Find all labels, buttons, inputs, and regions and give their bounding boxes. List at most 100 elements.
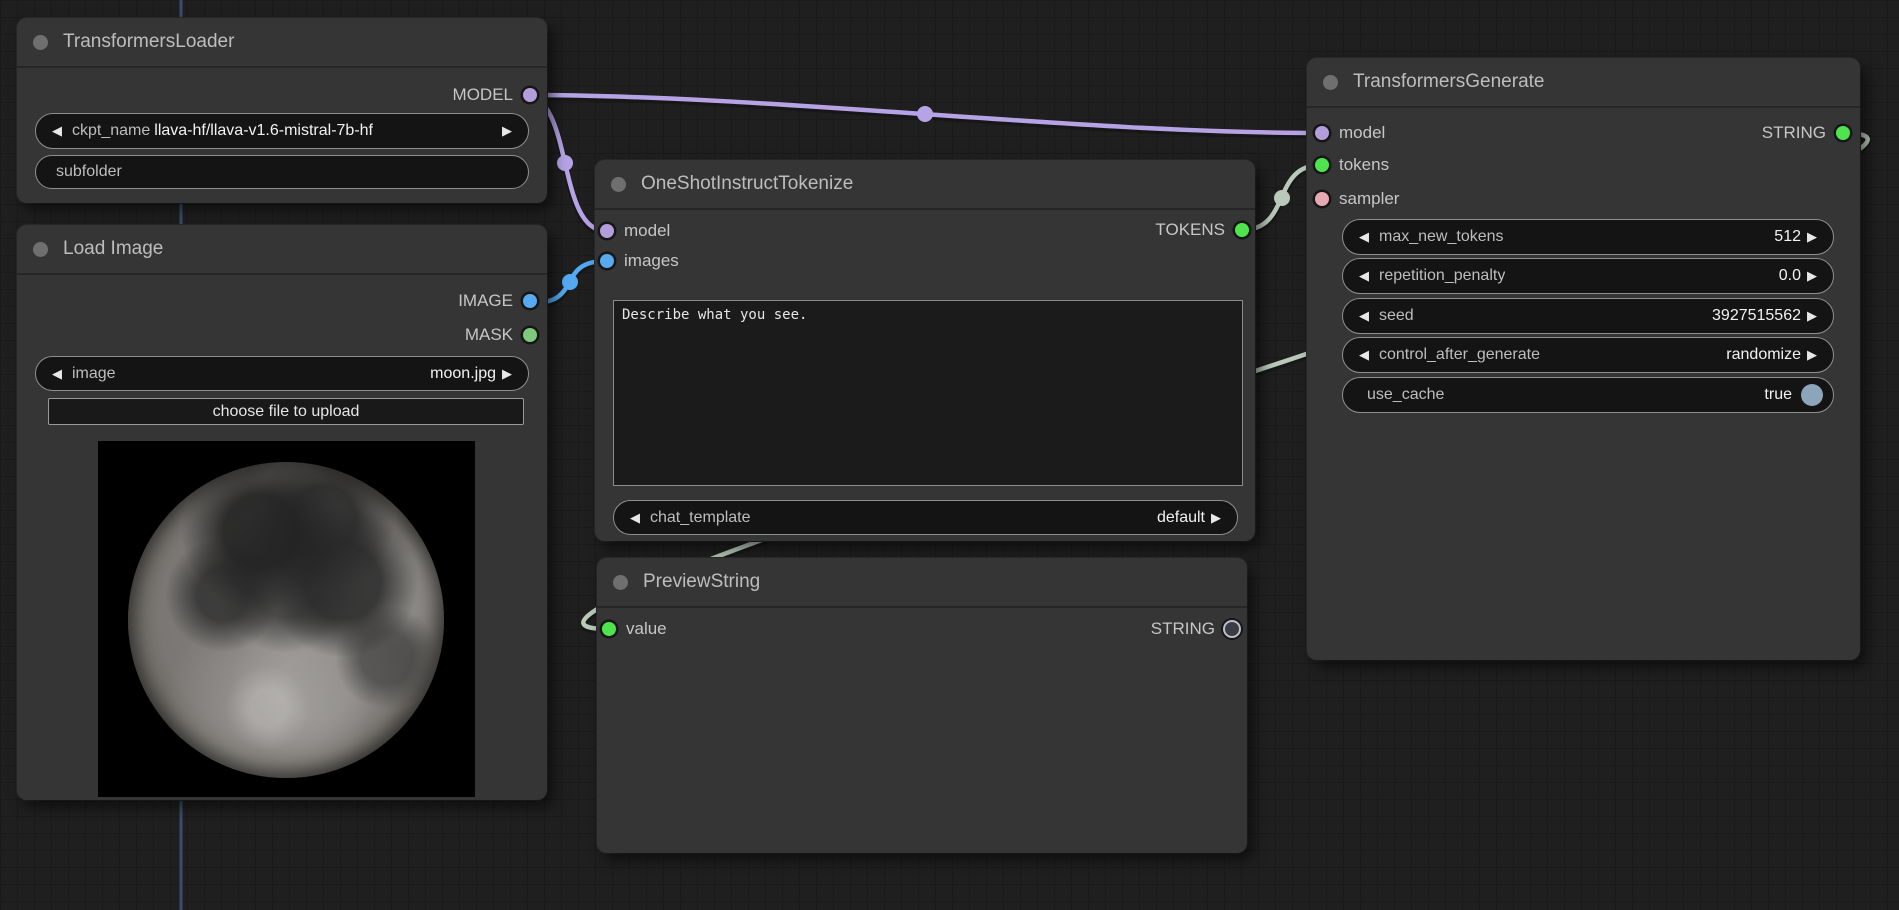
increment-arrow-icon[interactable]: ▶ bbox=[1801, 308, 1823, 324]
widget-value: default bbox=[1157, 509, 1205, 527]
input-dot-images[interactable] bbox=[600, 254, 614, 268]
increment-arrow-icon[interactable]: ▶ bbox=[496, 366, 518, 382]
widget-value: 3927515562 bbox=[1712, 307, 1801, 325]
widget-label: chat_template bbox=[650, 509, 751, 527]
input-label: sampler bbox=[1339, 189, 1399, 209]
output-label: MODEL bbox=[453, 85, 513, 105]
wire-midpoint-dot[interactable] bbox=[557, 155, 573, 171]
increment-arrow-icon[interactable]: ▶ bbox=[1801, 229, 1823, 245]
output-label: STRING bbox=[1762, 123, 1826, 143]
widget-label: image bbox=[72, 365, 116, 383]
widget-label: subfolder bbox=[56, 163, 122, 181]
widget-value: 512 bbox=[1774, 228, 1801, 246]
node-preview-string[interactable]: PreviewString value STRING bbox=[597, 558, 1247, 853]
subfolder-input[interactable]: subfolder bbox=[35, 155, 529, 189]
node-title: Load Image bbox=[63, 238, 163, 260]
node-header[interactable]: TransformersGenerate bbox=[1307, 58, 1860, 108]
input-slot-images: images bbox=[600, 246, 679, 276]
decrement-arrow-icon[interactable]: ◀ bbox=[1353, 268, 1375, 284]
decrement-arrow-icon[interactable]: ◀ bbox=[1353, 347, 1375, 363]
output-dot-mask[interactable] bbox=[523, 328, 537, 342]
widget-label: repetition_penalty bbox=[1379, 267, 1505, 285]
output-dot-string[interactable] bbox=[1225, 622, 1239, 636]
output-slot-model: MODEL bbox=[453, 80, 537, 110]
node-title: OneShotInstructTokenize bbox=[641, 173, 853, 195]
node-header[interactable]: PreviewString bbox=[597, 558, 1247, 608]
input-label: model bbox=[624, 221, 670, 241]
input-label: images bbox=[624, 251, 679, 271]
output-dot-model[interactable] bbox=[523, 88, 537, 102]
input-slot-sampler: sampler bbox=[1315, 184, 1399, 214]
seed-widget[interactable]: ◀ seed 3927515562 ▶ bbox=[1342, 298, 1834, 334]
output-slot-string: STRING bbox=[1151, 614, 1239, 644]
collapse-dot-icon[interactable] bbox=[33, 35, 48, 50]
wire-midpoint-dot[interactable] bbox=[1274, 190, 1290, 206]
node-transformers-loader[interactable]: TransformersLoader MODEL ◀ ckpt_name lla… bbox=[17, 18, 547, 203]
output-dot-string[interactable] bbox=[1836, 126, 1850, 140]
decrement-arrow-icon[interactable]: ◀ bbox=[1353, 308, 1375, 324]
control-after-generate-widget[interactable]: ◀ control_after_generate randomize ▶ bbox=[1342, 337, 1834, 373]
collapse-dot-icon[interactable] bbox=[611, 177, 626, 192]
output-slot-image: IMAGE bbox=[458, 286, 537, 316]
wire-midpoint-dot[interactable] bbox=[562, 274, 578, 290]
decrement-arrow-icon[interactable]: ◀ bbox=[46, 366, 68, 382]
input-slot-value: value bbox=[602, 614, 667, 644]
image-preview bbox=[98, 441, 475, 797]
use-cache-toggle-widget[interactable]: use_cache true bbox=[1342, 377, 1834, 413]
chat-template-widget[interactable]: ◀ chat_template default ▶ bbox=[613, 500, 1238, 535]
prompt-textarea[interactable]: Describe what you see. bbox=[613, 300, 1243, 486]
output-label: IMAGE bbox=[458, 291, 513, 311]
input-label: model bbox=[1339, 123, 1385, 143]
widget-label: seed bbox=[1379, 307, 1414, 325]
max-new-tokens-widget[interactable]: ◀ max_new_tokens 512 ▶ bbox=[1342, 219, 1834, 255]
repetition-penalty-widget[interactable]: ◀ repetition_penalty 0.0 ▶ bbox=[1342, 258, 1834, 294]
collapse-dot-icon[interactable] bbox=[613, 575, 628, 590]
node-title: TransformersGenerate bbox=[1353, 71, 1544, 93]
node-transformers-generate[interactable]: TransformersGenerate model tokens sample… bbox=[1307, 58, 1860, 660]
increment-arrow-icon[interactable]: ▶ bbox=[1801, 268, 1823, 284]
widget-label: control_after_generate bbox=[1379, 346, 1540, 364]
decrement-arrow-icon[interactable]: ◀ bbox=[1353, 229, 1375, 245]
output-slot-mask: MASK bbox=[465, 320, 537, 350]
widget-value: true bbox=[1764, 386, 1792, 404]
collapse-dot-icon[interactable] bbox=[1323, 75, 1338, 90]
collapse-dot-icon[interactable] bbox=[33, 242, 48, 257]
node-title: PreviewString bbox=[643, 571, 760, 593]
node-load-image[interactable]: Load Image IMAGE MASK ◀ image moon.jpg ▶… bbox=[17, 225, 547, 800]
node-oneshot-instruct-tokenize[interactable]: OneShotInstructTokenize model images TOK… bbox=[595, 160, 1255, 541]
input-dot-value[interactable] bbox=[602, 622, 616, 636]
input-slot-tokens: tokens bbox=[1315, 150, 1389, 180]
input-dot-sampler[interactable] bbox=[1315, 192, 1329, 206]
output-slot-tokens: TOKENS bbox=[1155, 215, 1249, 245]
widget-value: 0.0 bbox=[1779, 267, 1801, 285]
button-label: choose file to upload bbox=[213, 403, 360, 421]
node-title: TransformersLoader bbox=[63, 31, 234, 53]
input-dot-model[interactable] bbox=[1315, 126, 1329, 140]
widget-label: use_cache bbox=[1367, 386, 1444, 404]
decrement-arrow-icon[interactable]: ◀ bbox=[46, 123, 68, 139]
input-label: tokens bbox=[1339, 155, 1389, 175]
node-header[interactable]: Load Image bbox=[17, 225, 547, 275]
node-header[interactable]: TransformersLoader bbox=[17, 18, 547, 68]
input-slot-model: model bbox=[1315, 118, 1385, 148]
increment-arrow-icon[interactable]: ▶ bbox=[1801, 347, 1823, 363]
widget-value: randomize bbox=[1726, 346, 1801, 364]
output-dot-image[interactable] bbox=[523, 294, 537, 308]
output-dot-tokens[interactable] bbox=[1235, 223, 1249, 237]
decrement-arrow-icon[interactable]: ◀ bbox=[624, 510, 646, 526]
moon-image bbox=[128, 462, 444, 778]
output-slot-string: STRING bbox=[1762, 118, 1850, 148]
image-combo-widget[interactable]: ◀ image moon.jpg ▶ bbox=[35, 356, 529, 391]
increment-arrow-icon[interactable]: ▶ bbox=[496, 123, 518, 139]
node-graph-canvas[interactable]: TransformersLoader MODEL ◀ ckpt_name lla… bbox=[0, 0, 1899, 910]
node-header[interactable]: OneShotInstructTokenize bbox=[595, 160, 1255, 210]
output-label: TOKENS bbox=[1155, 220, 1225, 240]
input-dot-tokens[interactable] bbox=[1315, 158, 1329, 172]
choose-file-button[interactable]: choose file to upload bbox=[48, 398, 524, 425]
widget-label: ckpt_name bbox=[72, 122, 150, 140]
increment-arrow-icon[interactable]: ▶ bbox=[1205, 510, 1227, 526]
input-dot-model[interactable] bbox=[600, 224, 614, 238]
toggle-on-icon[interactable] bbox=[1801, 384, 1823, 406]
wire-midpoint-dot[interactable] bbox=[917, 106, 933, 122]
ckpt-name-widget[interactable]: ◀ ckpt_name llava-hf/llava-v1.6-mistral-… bbox=[35, 113, 529, 149]
